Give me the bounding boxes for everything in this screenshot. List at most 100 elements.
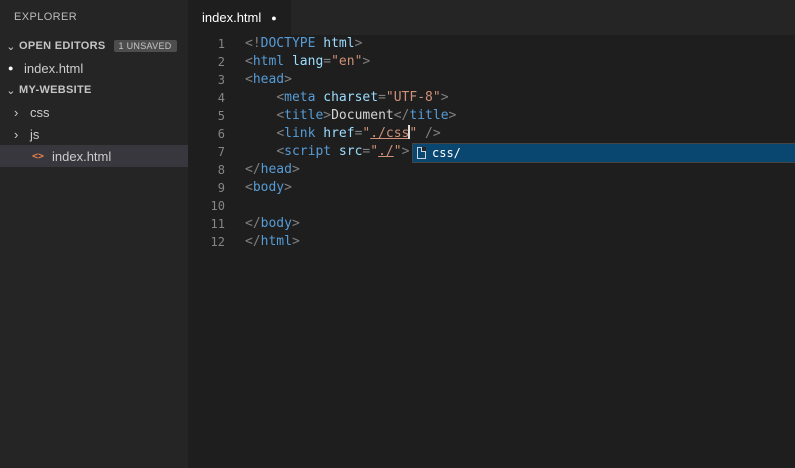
code-text: <title>Document</title> xyxy=(225,107,456,125)
code-token: > xyxy=(362,54,370,69)
code-token: meta xyxy=(284,90,315,105)
code-token: = xyxy=(378,90,386,105)
tree-item-label: css xyxy=(30,105,50,120)
tab-label: index.html xyxy=(202,10,261,25)
open-editors-header[interactable]: ⌄ OPEN EDITORS 1 UNSAVED xyxy=(0,35,188,57)
code-token: body xyxy=(253,180,284,195)
tree-item-js[interactable]: ›js xyxy=(0,123,188,145)
editor-area: index.html ● 1<!DOCTYPE html>2<html lang… xyxy=(188,0,795,468)
line-number[interactable]: 9 xyxy=(188,179,225,197)
explorer-sidebar: EXPLORER ⌄ OPEN EDITORS 1 UNSAVED ●index… xyxy=(0,0,188,468)
code-text: </head> xyxy=(225,161,300,179)
code-token: > xyxy=(284,72,292,87)
line-number[interactable]: 8 xyxy=(188,161,225,179)
code-token: = xyxy=(323,54,331,69)
line-number[interactable]: 12 xyxy=(188,233,225,251)
code-line: 9<body> xyxy=(188,179,795,197)
code-text: <!DOCTYPE html> xyxy=(225,35,362,53)
code-token: " xyxy=(370,144,378,159)
code-token: < xyxy=(276,144,284,159)
line-number[interactable]: 10 xyxy=(188,197,225,215)
code-text xyxy=(225,197,245,215)
code-line: 8</head> xyxy=(188,161,795,179)
code-line: 1<!DOCTYPE html> xyxy=(188,35,795,53)
tree-item-label: js xyxy=(30,127,39,142)
code-token: title xyxy=(409,108,448,123)
code-token: > xyxy=(441,90,449,105)
autocomplete-popup: css/ xyxy=(412,143,795,163)
line-number[interactable]: 2 xyxy=(188,53,225,71)
code-line: 4 <meta charset="UTF-8"> xyxy=(188,89,795,107)
code-token: </ xyxy=(245,234,261,249)
code-line: 3<head> xyxy=(188,71,795,89)
code-token: head xyxy=(261,162,292,177)
suggest-item-css/[interactable]: css/ xyxy=(413,144,795,162)
line-number[interactable]: 11 xyxy=(188,215,225,233)
code-token: <! xyxy=(245,36,261,51)
code-token: > xyxy=(292,216,300,231)
code-token: </ xyxy=(394,108,410,123)
code-token: > xyxy=(402,144,410,159)
code-token: < xyxy=(276,126,284,141)
chevron-right-icon: › xyxy=(14,105,30,120)
code-line: 11 </body> xyxy=(188,215,795,233)
file-icon xyxy=(417,147,426,159)
tree-item-index.html[interactable]: <>index.html xyxy=(0,145,188,167)
open-editor-item-index.html[interactable]: ●index.html xyxy=(0,57,188,79)
code-token: " xyxy=(394,144,402,159)
line-number[interactable]: 1 xyxy=(188,35,225,53)
code-token: </ xyxy=(245,216,261,231)
tree-item-css[interactable]: ›css xyxy=(0,101,188,123)
tab-index-html[interactable]: index.html ● xyxy=(188,0,291,35)
code-token: ./ xyxy=(378,144,394,159)
open-editors-label: OPEN EDITORS xyxy=(19,40,106,52)
line-number[interactable]: 4 xyxy=(188,89,225,107)
tree-item-label: index.html xyxy=(52,149,111,164)
open-editor-label: index.html xyxy=(24,61,83,76)
code-token: < xyxy=(245,54,253,69)
code-token: html xyxy=(261,234,292,249)
code-token xyxy=(245,126,276,141)
line-number[interactable]: 7 xyxy=(188,143,225,161)
unsaved-badge: 1 UNSAVED xyxy=(114,40,177,52)
code-token: > xyxy=(292,234,300,249)
line-number[interactable]: 3 xyxy=(188,71,225,89)
code-text: <link href="./css" /> xyxy=(225,125,441,143)
code-token: charset xyxy=(315,90,378,105)
code-token: "UTF-8" xyxy=(386,90,441,105)
code-token: href xyxy=(315,126,354,141)
code-text: <body> xyxy=(225,179,292,197)
code-line: 12</html> xyxy=(188,233,795,251)
code-token: > xyxy=(292,162,300,177)
code-token: > xyxy=(449,108,457,123)
code-text: <head> xyxy=(225,71,292,89)
code-token: body xyxy=(261,216,292,231)
line-number[interactable]: 6 xyxy=(188,125,225,143)
code-token: /> xyxy=(417,126,440,141)
code-line: 10 xyxy=(188,197,795,215)
code-token: src xyxy=(331,144,362,159)
code-token: < xyxy=(276,90,284,105)
code-token: DOCTYPE xyxy=(261,36,316,51)
code-text: </html> xyxy=(225,233,300,251)
code-token xyxy=(245,108,276,123)
modified-dot-icon: ● xyxy=(271,13,276,23)
vscode-window: EXPLORER ⌄ OPEN EDITORS 1 UNSAVED ●index… xyxy=(0,0,795,468)
code-token xyxy=(245,144,276,159)
code-token: Document xyxy=(331,108,394,123)
tab-bar: index.html ● xyxy=(188,0,795,35)
code-token: html xyxy=(315,36,354,51)
line-number[interactable]: 5 xyxy=(188,107,225,125)
chevron-right-icon: › xyxy=(14,127,30,142)
code-token: html xyxy=(253,54,284,69)
code-token: link xyxy=(284,126,315,141)
code-token: > xyxy=(323,108,331,123)
html-file-icon: <> xyxy=(32,151,52,162)
chevron-down-icon: ⌄ xyxy=(3,40,19,53)
explorer-title: EXPLORER xyxy=(0,0,188,35)
code-text: <meta charset="UTF-8"> xyxy=(225,89,449,107)
code-token: > xyxy=(284,180,292,195)
code-token: script xyxy=(284,144,331,159)
workspace-header[interactable]: ⌄ MY-WEBSITE xyxy=(0,79,188,101)
code-token: "en" xyxy=(331,54,362,69)
